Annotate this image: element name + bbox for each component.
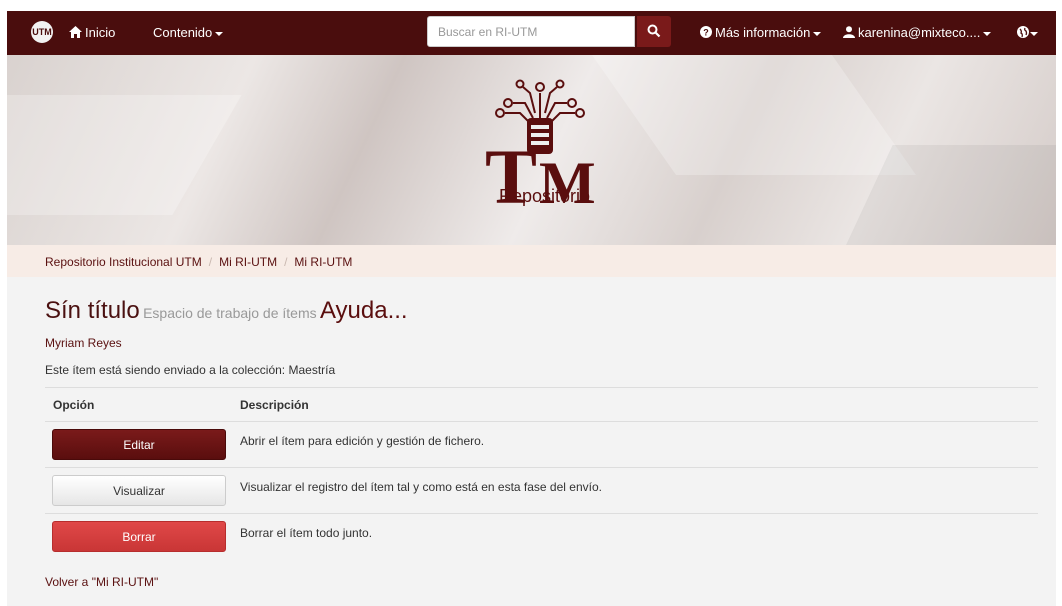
nav-user-label: karenina@mixteco.... [858, 25, 981, 40]
help-link[interactable]: Ayuda... [320, 297, 408, 324]
page-title: Sín título Espacio de trabajo de ítems A… [45, 297, 408, 325]
user-icon [843, 26, 855, 38]
header-banner: T M Repositorio [7, 55, 1056, 245]
item-author: Myriam Reyes [45, 336, 122, 350]
caret-down-icon [215, 31, 224, 36]
home-icon [69, 26, 82, 38]
repository-logo-icon: T M [485, 79, 596, 220]
collection-note: Este ítem está siendo enviado a la colec… [45, 363, 336, 377]
table-row: Editar Abrir el ítem para edición y gest… [45, 421, 1038, 467]
svg-text:?: ? [703, 28, 709, 38]
table-row: Borrar Borrar el ítem todo junto. [45, 513, 1038, 559]
header-description: Descripción [240, 398, 309, 412]
banner-decoration [7, 95, 242, 215]
row-description: Visualizar el registro del ítem tal y co… [240, 480, 602, 494]
question-circle-icon: ? [700, 26, 712, 38]
nav-content-label: Contenido [153, 25, 213, 40]
utm-logo-icon[interactable]: UTM [31, 21, 53, 43]
caret-down-icon [813, 31, 822, 36]
nav-user-dropdown[interactable]: karenina@mixteco.... [843, 25, 992, 40]
row-description: Borrar el ítem todo junto. [240, 526, 373, 540]
banner-decoration [577, 55, 917, 175]
nav-home-label: Inicio [85, 25, 116, 40]
page-title-text: Sín título [45, 297, 140, 324]
top-navbar: UTM Inicio Contenido ? Más información ka… [7, 11, 1056, 55]
main-content: Sín título Espacio de trabajo de ítems A… [7, 277, 1056, 606]
nav-more-info-dropdown[interactable]: ? Más información [700, 25, 822, 40]
breadcrumb-item[interactable]: Repositorio Institucional UTM [45, 255, 202, 269]
search-input[interactable] [427, 16, 635, 47]
nav-content-dropdown[interactable]: Contenido [153, 25, 224, 40]
breadcrumb-separator: / [284, 255, 288, 269]
row-description: Abrir el ítem para edición y gestión de … [240, 434, 485, 448]
delete-button[interactable]: Borrar [52, 521, 226, 552]
back-link[interactable]: Volver a "Mi RI-UTM" [45, 575, 158, 589]
options-table: Opción Descripción Editar Abrir el ítem … [45, 387, 1038, 559]
caret-down-icon [1030, 31, 1038, 36]
breadcrumb: Repositorio Institucional UTM / Mi RI-UTM /… [7, 245, 1056, 277]
nav-more-info-label: Más información [715, 25, 811, 40]
repository-brand-name: Repositorio [498, 186, 591, 206]
view-button[interactable]: Visualizar [52, 475, 226, 506]
nav-home[interactable]: Inicio [69, 25, 115, 40]
globe-icon [1017, 26, 1029, 38]
edit-button[interactable]: Editar [52, 429, 226, 460]
page-subtitle: Espacio de trabajo de ítems [143, 305, 317, 321]
nav-language-dropdown[interactable] [1017, 25, 1038, 40]
breadcrumb-item[interactable]: Mi RI-UTM [294, 255, 352, 269]
search-button[interactable] [637, 16, 671, 47]
table-row: Visualizar Visualizar el registro del ít… [45, 467, 1038, 513]
breadcrumb-separator: / [208, 255, 213, 269]
search-icon [647, 24, 661, 38]
caret-down-icon [983, 31, 992, 36]
breadcrumb-item[interactable]: Mi RI-UTM [219, 255, 277, 269]
table-header-row: Opción Descripción [45, 387, 1038, 421]
header-option: Opción [53, 398, 95, 412]
